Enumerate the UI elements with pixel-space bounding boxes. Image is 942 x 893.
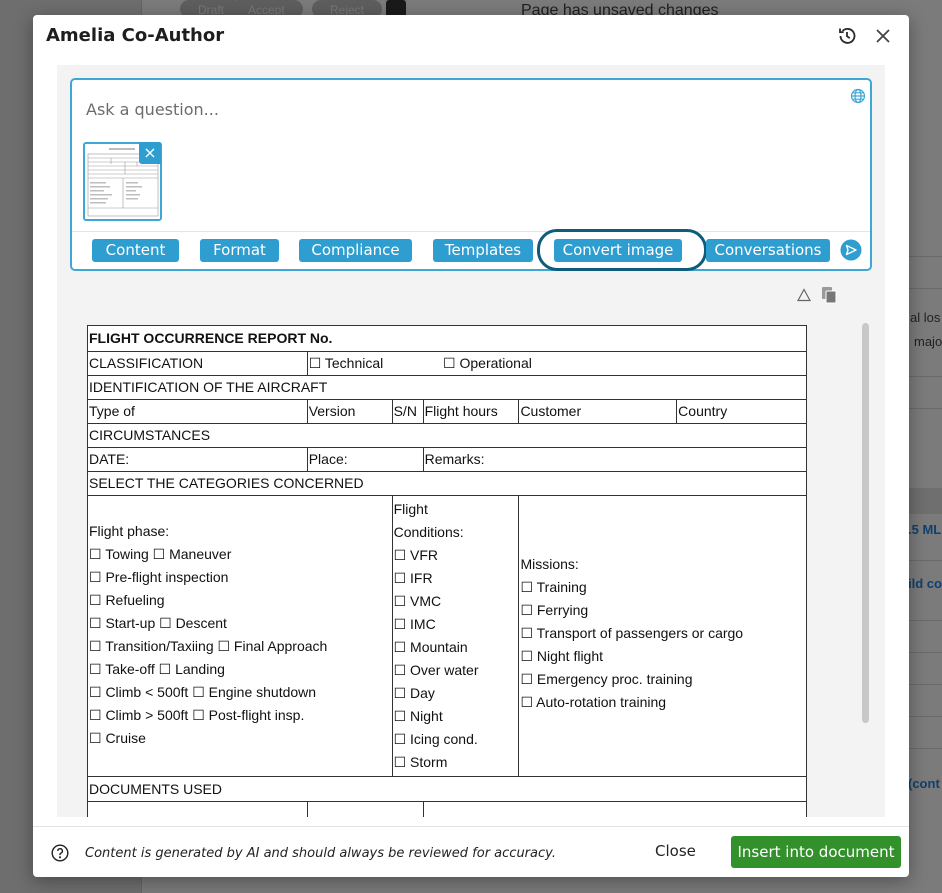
list-item: ☐ Transition/Taxiing ☐ Final Approach	[89, 637, 328, 654]
bg-snippet: (cont	[908, 776, 940, 791]
insert-into-document-button[interactable]: Insert into document	[731, 836, 901, 868]
documents-used-heading: DOCUMENTS USED	[87, 776, 807, 802]
ask-input[interactable]	[86, 100, 786, 119]
remarks-cell: Remarks:	[422, 447, 808, 472]
table-cell: Version	[306, 399, 393, 424]
list-item: ☐ Towing ☐ Maneuver	[89, 545, 232, 562]
send-icon[interactable]	[840, 239, 862, 261]
form-title: FLIGHT OCCURRENCE REPORT No.	[87, 325, 807, 352]
aircraft-heading: IDENTIFICATION OF THE AIRCRAFT	[87, 375, 807, 400]
flight-occurrence-form: FLIGHT OCCURRENCE REPORT No. CLASSIFICAT…	[87, 325, 808, 817]
content-button[interactable]: Content	[92, 239, 179, 262]
list-item: ☐ Emergency proc. training	[520, 671, 693, 687]
table-cell: Type of	[87, 399, 308, 424]
table-cell: Country	[676, 399, 807, 424]
table-cell: Customer	[518, 399, 678, 424]
ai-disclaimer: Content is generated by AI and should al…	[85, 846, 556, 861]
co-author-dialog: Amelia Co-Author Ask a question... × Con…	[33, 15, 909, 877]
convert-image-focus-ring	[537, 229, 707, 271]
table-row: FLIGHT OCCURRENCE REPORT No.	[87, 325, 807, 352]
bg-snippet: ild co	[908, 576, 942, 591]
missions-cell: Missions: ☐ Training ☐ Ferrying ☐ Transp…	[518, 495, 807, 777]
classification-options: ☐ Technical ☐ Operational	[306, 351, 808, 376]
list-item: ☐ Transport of passengers or cargo	[520, 625, 744, 641]
close-button[interactable]: Close	[655, 842, 696, 860]
table-row: DATE: Place: Remarks:	[87, 447, 808, 472]
conversations-button[interactable]: Conversations	[706, 239, 830, 262]
list-item: ☐ Night	[393, 708, 443, 724]
categories-heading: SELECT THE CATEGORIES CONCERNED	[87, 471, 807, 496]
date-cell: DATE:	[87, 447, 308, 472]
list-item: ☐ Icing cond.	[393, 731, 478, 747]
option-technical: ☐ Technical	[308, 355, 384, 371]
list-item: ☐ Climb < 500ft ☐ Engine shutdown	[89, 683, 317, 700]
missions-label: Missions:	[520, 556, 579, 572]
history-icon[interactable]	[836, 25, 858, 47]
list-item: ☐ Over water	[393, 662, 479, 678]
background-right-column: al los majo .5 ML ild co (cont	[908, 0, 942, 893]
templates-button[interactable]: Templates	[433, 239, 533, 262]
help-icon[interactable]	[51, 844, 69, 862]
flight-conditions-label: Flight	[393, 501, 428, 517]
list-item: ☐ IMC	[393, 616, 436, 632]
compliance-button[interactable]: Compliance	[299, 239, 412, 262]
table-cell: Flight hours	[422, 399, 520, 424]
place-cell: Place:	[306, 447, 424, 472]
classification-label: CLASSIFICATION	[87, 351, 308, 376]
format-button[interactable]: Format	[200, 239, 279, 262]
list-item: ☐ Ferrying	[520, 602, 589, 618]
document-preview: FLIGHT OCCURRENCE REPORT No. CLASSIFICAT…	[57, 303, 885, 817]
list-item: ☐ VMC	[393, 593, 442, 609]
table-row: Flight phase: ☐ Towing ☐ Maneuver ☐ Pre-…	[87, 495, 807, 777]
flight-phase-cell: Flight phase: ☐ Towing ☐ Maneuver ☐ Pre-…	[87, 495, 393, 777]
globe-icon[interactable]	[850, 88, 866, 104]
remove-attachment-button[interactable]: ×	[139, 142, 161, 164]
bg-snippet: al los	[910, 310, 941, 325]
list-item: ☐ Refueling	[89, 591, 165, 608]
list-item: ☐ Mountain	[393, 639, 468, 655]
close-icon[interactable]	[872, 25, 894, 47]
list-item: ☐ Cruise	[89, 729, 146, 746]
list-item: ☐ Training	[520, 579, 587, 595]
bg-snippet: .5 ML	[908, 522, 942, 537]
dialog-footer: Content is generated by AI and should al…	[33, 826, 909, 877]
list-item: ☐ IFR	[393, 570, 433, 586]
table-row: CLASSIFICATION ☐ Technical ☐ Operational	[87, 351, 808, 376]
preview-scrollbar[interactable]	[862, 323, 869, 723]
list-item: ☐ Storm	[393, 754, 448, 770]
list-item: ☐ Start-up ☐ Descent	[89, 614, 227, 631]
table-row: Type of Version S/N Flight hours Custome…	[87, 399, 807, 424]
ask-panel: × Content Format Compliance Templates Co…	[70, 78, 872, 271]
flight-conditions-label: Conditions:	[393, 524, 464, 540]
ask-divider	[72, 231, 870, 232]
table-row: IDENTIFICATION OF THE AIRCRAFT	[87, 375, 807, 400]
table-row	[87, 801, 808, 817]
list-item: ☐ Pre-flight inspection	[89, 568, 229, 585]
dialog-header: Amelia Co-Author	[33, 15, 909, 59]
table-row: CIRCUMSTANCES	[87, 423, 807, 448]
list-item: ☐ Take-off ☐ Landing	[89, 660, 225, 677]
list-item: ☐ Night flight	[520, 648, 604, 664]
circumstances-heading: CIRCUMSTANCES	[87, 423, 807, 448]
bg-snippet: majo	[914, 334, 942, 349]
table-row: SELECT THE CATEGORIES CONCERNED	[87, 471, 807, 496]
table-row: DOCUMENTS USED	[87, 776, 807, 802]
flight-conditions-cell: Flight Conditions: ☐ VFR ☐ IFR ☐ VMC ☐ I…	[391, 495, 520, 777]
list-item: ☐ Day	[393, 685, 435, 701]
option-operational: ☐ Operational	[443, 355, 532, 371]
dialog-body: × Content Format Compliance Templates Co…	[57, 65, 885, 817]
dialog-title: Amelia Co-Author	[46, 25, 225, 46]
list-item: ☐ Auto-rotation training	[520, 694, 667, 710]
table-cell: S/N	[391, 399, 424, 424]
list-item: ☐ Climb > 500ft ☐ Post-flight insp.	[89, 706, 305, 723]
flight-phase-label: Flight phase:	[89, 522, 170, 539]
list-item: ☐ VFR	[393, 547, 439, 563]
